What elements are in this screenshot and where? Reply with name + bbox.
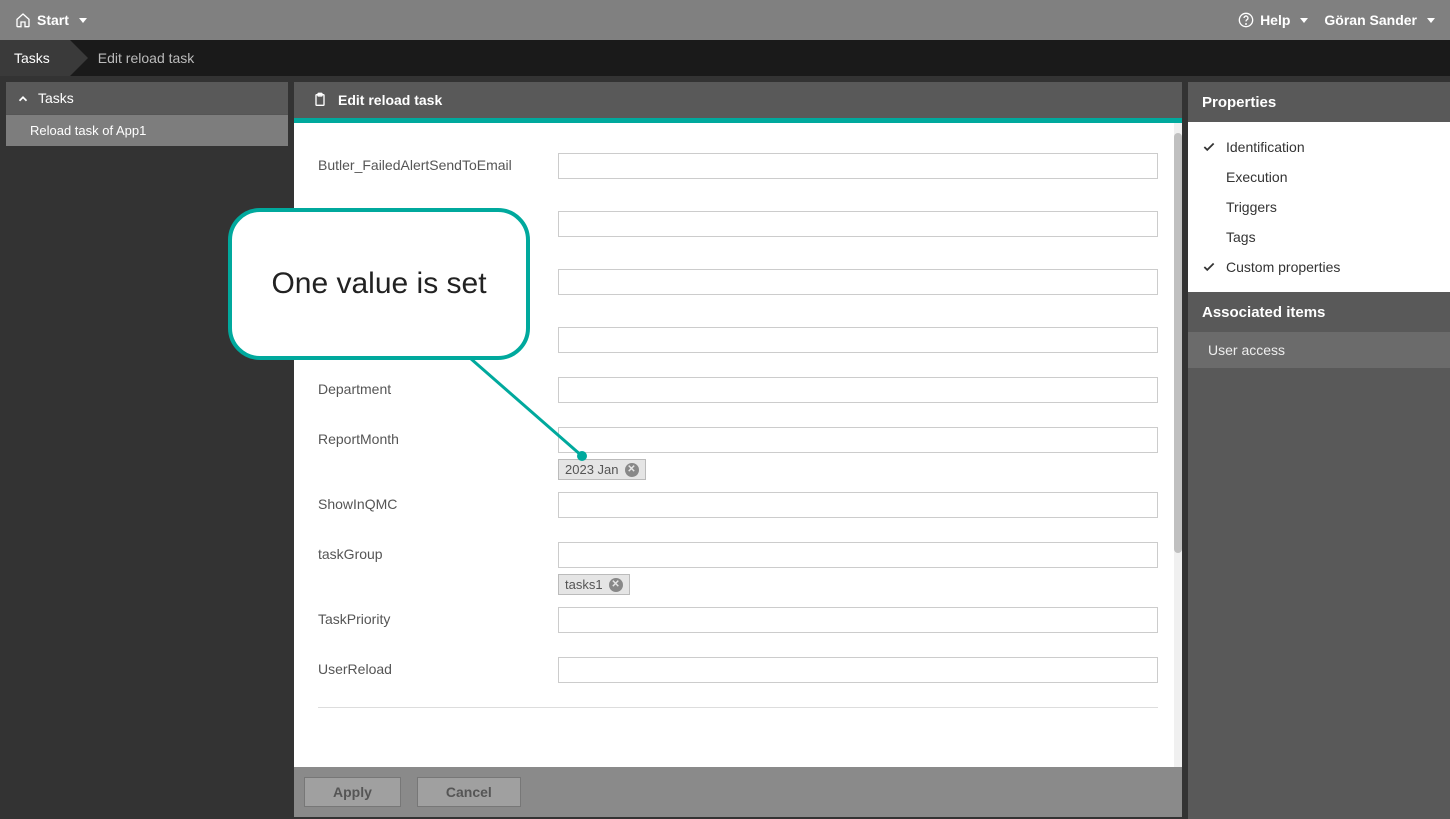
label-reportmonth: ReportMonth [318,427,558,480]
tag-reportmonth[interactable]: 2023 Jan ✕ [558,459,646,480]
prop-triggers-label: Triggers [1226,199,1277,215]
left-sidebar: Tasks Reload task of App1 [6,82,288,819]
user-label: Göran Sander [1324,12,1417,28]
associated-user-access[interactable]: User access [1188,332,1450,368]
form-row-department: Department [318,377,1158,403]
tag-taskgroup[interactable]: tasks1 ✕ [558,574,630,595]
prop-custom-label: Custom properties [1226,259,1340,275]
scrollbar-thumb[interactable] [1174,133,1182,553]
left-sidebar-header[interactable]: Tasks [6,82,288,114]
scrollbar-track[interactable] [1174,123,1182,767]
tag-close-icon[interactable]: ✕ [625,463,639,477]
breadcrumb-tasks-label: Tasks [14,50,50,66]
prop-tags-label: Tags [1226,229,1256,245]
left-sidebar-title: Tasks [38,90,74,106]
prop-tags[interactable]: Tags [1188,222,1450,252]
field-department [558,377,1158,403]
left-sidebar-item[interactable]: Reload task of App1 [6,114,288,146]
start-menu[interactable]: Start [15,12,87,28]
prop-execution-label: Execution [1226,169,1287,185]
prop-identification[interactable]: Identification [1188,132,1450,162]
breadcrumb-edit-label: Edit reload task [98,50,195,66]
tag-reportmonth-label: 2023 Jan [565,462,619,477]
home-icon [15,12,31,28]
field-taskgroup: tasks1 ✕ [558,542,1158,595]
caret-down-icon [1300,18,1308,23]
label-taskpriority: TaskPriority [318,607,558,633]
properties-body: Identification Execution Triggers Tags C… [1188,122,1450,292]
footer: Apply Cancel [294,767,1182,817]
topbar: Start Help Göran Sander [0,0,1450,40]
breadcrumb-edit[interactable]: Edit reload task [70,40,215,76]
cancel-button[interactable]: Cancel [417,777,521,807]
check-icon [1202,140,1216,154]
caret-down-icon [79,18,87,23]
help-menu[interactable]: Help [1238,12,1308,28]
form-row-taskpriority: TaskPriority [318,607,1158,633]
input-butler-2[interactable] [558,211,1158,237]
label-taskgroup: taskGroup [318,542,558,595]
form-divider [318,707,1158,708]
form-row-reportmonth: ReportMonth 2023 Jan ✕ [318,427,1158,480]
field-taskpriority [558,607,1158,633]
breadcrumb-tasks[interactable]: Tasks [0,40,70,76]
input-butler-3[interactable] [558,269,1158,295]
input-userreload[interactable] [558,657,1158,683]
chevron-up-icon [16,92,28,104]
field-showinqmc [558,492,1158,518]
topbar-right: Help Göran Sander [1238,12,1435,28]
prop-identification-label: Identification [1226,139,1305,155]
input-butler-4[interactable] [558,327,1158,353]
associated-header: Associated items [1188,292,1450,332]
input-department[interactable] [558,377,1158,403]
field-butler [558,153,1158,353]
right-sidebar: Properties Identification Execution Trig… [1188,82,1450,819]
field-userreload [558,657,1158,683]
caret-down-icon [1427,18,1435,23]
callout-annotation: One value is set [228,208,530,360]
input-showinqmc[interactable] [558,492,1158,518]
center-panel: Edit reload task Butler_FailedAlertSendT… [294,82,1182,819]
panel-title: Edit reload task [338,92,442,108]
user-menu[interactable]: Göran Sander [1324,12,1435,28]
prop-custom[interactable]: Custom properties [1188,252,1450,282]
associated-user-access-label: User access [1208,342,1285,358]
input-taskgroup[interactable] [558,542,1158,568]
callout-text: One value is set [271,267,486,301]
prop-triggers[interactable]: Triggers [1188,192,1450,222]
help-icon [1238,12,1254,28]
field-reportmonth: 2023 Jan ✕ [558,427,1158,480]
properties-header: Properties [1188,82,1450,122]
panel-header: Edit reload task [294,82,1182,118]
tag-close-icon[interactable]: ✕ [609,578,623,592]
form-row-showinqmc: ShowInQMC [318,492,1158,518]
label-userreload: UserReload [318,657,558,683]
help-label: Help [1260,12,1290,28]
clipboard-icon [312,92,328,108]
input-taskpriority[interactable] [558,607,1158,633]
label-department: Department [318,377,558,403]
start-label: Start [37,12,69,28]
form-row-taskgroup: taskGroup tasks1 ✕ [318,542,1158,595]
prop-execution[interactable]: Execution [1188,162,1450,192]
input-butler-1[interactable] [558,153,1158,179]
tag-row-taskgroup: tasks1 ✕ [558,574,1158,595]
label-showinqmc: ShowInQMC [318,492,558,518]
main: Tasks Reload task of App1 Edit reload ta… [0,76,1450,819]
tag-row-reportmonth: 2023 Jan ✕ [558,459,1158,480]
input-reportmonth[interactable] [558,427,1158,453]
apply-button[interactable]: Apply [304,777,401,807]
check-icon [1202,260,1216,274]
topbar-left: Start [15,12,87,28]
left-sidebar-item-label: Reload task of App1 [30,123,146,138]
form-row-userreload: UserReload [318,657,1158,683]
tag-taskgroup-label: tasks1 [565,577,603,592]
breadcrumb: Tasks Edit reload task [0,40,1450,76]
